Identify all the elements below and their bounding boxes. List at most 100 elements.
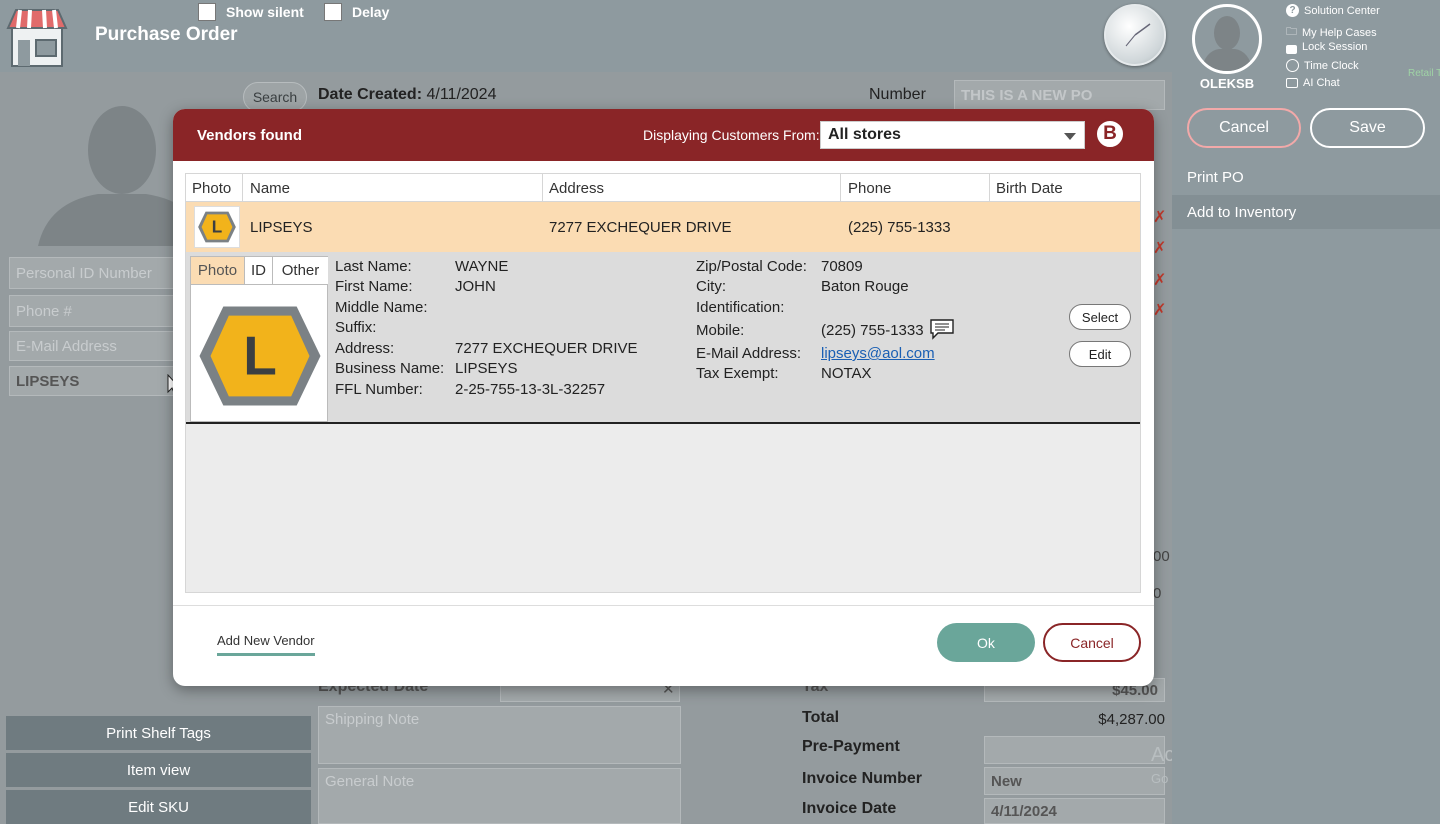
print-shelf-tags-button[interactable]: Print Shelf Tags <box>6 716 311 750</box>
page-title: Purchase Order <box>95 24 238 45</box>
grid-value-fragment: 00 <box>1153 548 1170 565</box>
vendor-name-cell: LIPSEYS <box>250 219 313 236</box>
email-link[interactable]: lipseys@aol.com <box>821 345 935 362</box>
zip-label: Zip/Postal Code: <box>696 258 807 275</box>
vendor-detail-panel: Photo ID Other L Last Name: WAYNE First … <box>186 252 1140 424</box>
side-fragment-go: Go <box>1151 771 1169 786</box>
store-select[interactable]: All stores <box>820 121 1085 149</box>
delay-checkbox[interactable] <box>324 3 342 21</box>
date-created-value: 4/11/2024 <box>426 86 497 103</box>
tax-exempt-value: NOTAX <box>821 365 872 382</box>
zip-value: 70809 <box>821 258 863 275</box>
save-button[interactable]: Save <box>1310 108 1425 148</box>
vendor-phone-cell: (225) 755-1333 <box>848 219 951 236</box>
retail-tasks-fragment: Retail Tas <box>1408 68 1440 79</box>
column-header-birth-date[interactable]: Birth Date <box>996 180 1063 197</box>
remove-icon[interactable]: ✗ <box>1153 270 1166 290</box>
show-silent-label: Show silent <box>226 4 304 20</box>
lock-icon <box>1286 44 1297 54</box>
tab-other[interactable]: Other <box>273 257 328 285</box>
print-po-menu-item[interactable]: Print PO <box>1172 160 1440 194</box>
add-new-vendor-link[interactable]: Add New Vendor <box>217 633 315 656</box>
lock-session-link[interactable]: Lock Session <box>1286 41 1367 54</box>
first-name-value: JOHN <box>455 278 496 295</box>
column-header-address[interactable]: Address <box>549 180 604 197</box>
solution-center-link[interactable]: ? Solution Center <box>1286 4 1380 17</box>
detail-tabs: Photo ID Other L <box>190 256 328 422</box>
po-number-field[interactable]: THIS IS A NEW PO <box>954 80 1165 110</box>
help-icon: ? <box>1286 4 1299 17</box>
city-value: Baton Rouge <box>821 278 909 295</box>
my-help-cases-link[interactable]: 🗀 My Help Cases <box>1286 23 1377 42</box>
item-view-button[interactable]: Item view <box>6 753 311 787</box>
remove-icon[interactable]: ✗ <box>1153 207 1166 227</box>
sms-message-icon[interactable] <box>929 318 955 344</box>
shipping-note-input[interactable]: Shipping Note <box>318 706 681 764</box>
vendor-logo-thumb: L <box>194 206 240 248</box>
vendor-input[interactable]: LIPSEYS <box>9 366 179 396</box>
date-created-label: Date Created: <box>318 86 423 103</box>
search-button[interactable]: Search <box>243 82 307 112</box>
avatar[interactable] <box>1192 4 1262 74</box>
grid-value-fragment: 0 <box>1153 585 1162 602</box>
store-icon <box>6 4 68 68</box>
ai-chat-link[interactable]: AI Chat <box>1286 77 1340 89</box>
svg-text:L: L <box>212 217 222 237</box>
edit-sku-button[interactable]: Edit SKU <box>6 790 311 824</box>
vendors-table: Photo Name Address Phone Birth Date L LI… <box>185 173 1141 593</box>
invoice-number-label: Invoice Number <box>802 770 923 787</box>
chat-icon <box>1286 78 1298 88</box>
show-silent-checkbox[interactable] <box>198 3 216 21</box>
add-to-inventory-menu-item[interactable]: Add to Inventory <box>1172 195 1440 229</box>
footer-divider <box>173 605 1154 606</box>
invoice-date-label: Invoice Date <box>802 800 897 817</box>
invoice-date-field[interactable]: 4/11/2024 <box>984 798 1165 824</box>
remove-icon[interactable]: ✗ <box>1153 238 1166 258</box>
tab-photo[interactable]: Photo <box>191 257 245 285</box>
middle-name-label: Middle Name: <box>335 299 428 316</box>
time-clock-link[interactable]: Time Clock <box>1286 59 1359 72</box>
cancel-button[interactable]: Cancel <box>1187 108 1301 148</box>
email-input[interactable]: E-Mail Address <box>9 331 179 361</box>
vendor-logo-large: L <box>195 301 325 415</box>
business-name-label: Business Name: <box>335 360 445 377</box>
address-label: Address: <box>335 340 395 357</box>
table-row[interactable]: L LIPSEYS 7277 EXCHEQUER DRIVE (225) 755… <box>186 202 1140 252</box>
svg-text:L: L <box>243 324 277 386</box>
personal-id-input[interactable]: Personal ID Number <box>9 257 179 289</box>
table-header: Photo Name Address Phone Birth Date <box>186 174 1140 202</box>
column-header-photo[interactable]: Photo <box>192 180 231 197</box>
general-note-input[interactable]: General Note <box>318 768 681 824</box>
tab-id[interactable]: ID <box>245 257 273 285</box>
column-header-name[interactable]: Name <box>250 180 290 197</box>
prepayment-label: Pre-Payment <box>802 738 900 755</box>
ffl-number-value: 2-25-755-13-3L-32257 <box>455 381 606 398</box>
date-created: Date Created: 4/11/2024 <box>318 86 496 104</box>
remove-icon[interactable]: ✗ <box>1153 300 1166 320</box>
column-header-phone[interactable]: Phone <box>848 180 891 197</box>
side-fragment-ac: Ac <box>1151 744 1175 766</box>
vendor-address-cell: 7277 EXCHEQUER DRIVE <box>549 219 732 236</box>
dialog-cancel-button[interactable]: Cancel <box>1043 623 1141 662</box>
total-value: $4,287.00 <box>1098 711 1165 728</box>
phone-input[interactable]: Phone # <box>9 295 179 327</box>
last-name-label: Last Name: <box>335 258 412 275</box>
brand-logo-icon: B <box>1095 119 1125 149</box>
chevron-down-icon <box>1064 133 1076 140</box>
mobile-value: (225) 755-1333 <box>821 322 924 339</box>
displaying-customers-label: Displaying Customers From: <box>643 127 820 143</box>
suffix-label: Suffix: <box>335 319 377 336</box>
invoice-number-field[interactable]: New <box>984 767 1165 795</box>
email-label: E-Mail Address: <box>696 345 802 362</box>
tax-exempt-label: Tax Exempt: <box>696 365 779 382</box>
business-name-value: LIPSEYS <box>455 360 518 377</box>
ok-button[interactable]: Ok <box>937 623 1035 662</box>
prepayment-field[interactable] <box>984 736 1165 764</box>
select-button[interactable]: Select <box>1069 304 1131 330</box>
edit-button[interactable]: Edit <box>1069 341 1131 367</box>
ffl-number-label: FFL Number: <box>335 381 423 398</box>
number-label: Number <box>869 86 926 103</box>
show-silent-toggle[interactable]: Show silent <box>198 3 304 21</box>
delay-toggle[interactable]: Delay <box>324 3 389 21</box>
vendors-found-dialog: Vendors found Displaying Customers From:… <box>173 109 1154 686</box>
